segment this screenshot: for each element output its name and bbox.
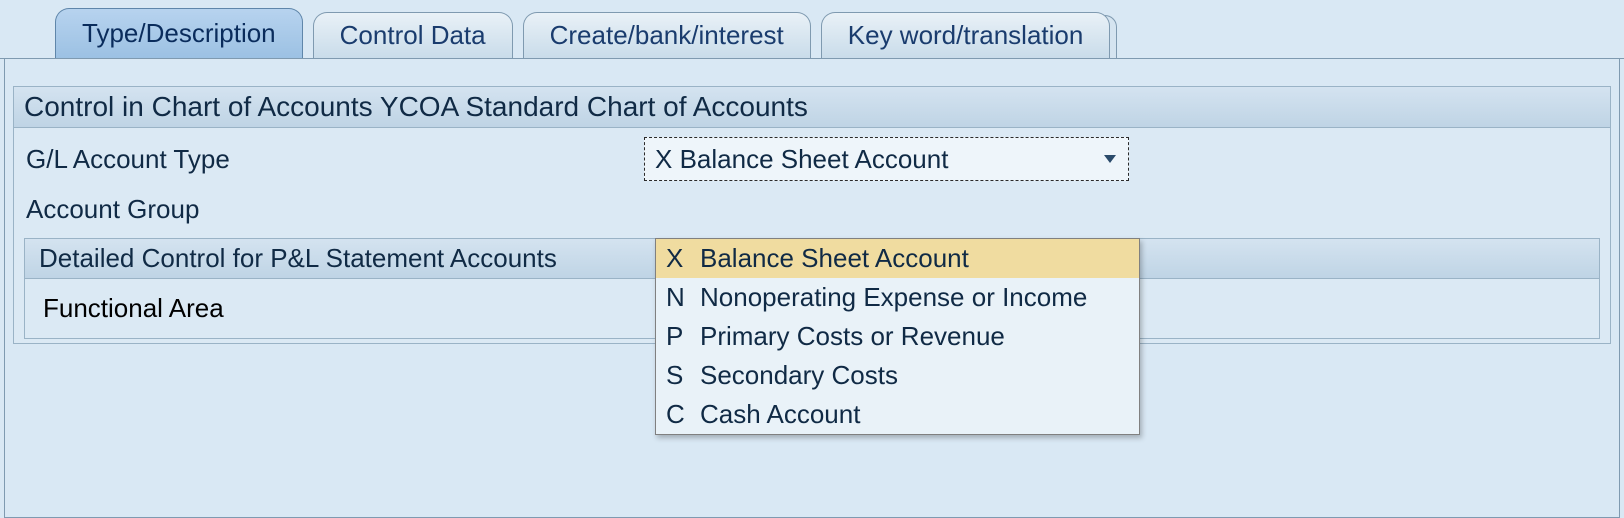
dropdown-item-key: C: [666, 399, 700, 430]
combo-gl-account-type[interactable]: X Balance Sheet Account: [644, 137, 1129, 181]
combo-value: X Balance Sheet Account: [655, 144, 948, 175]
dropdown-item-key: P: [666, 321, 700, 352]
dropdown-item[interactable]: P Primary Costs or Revenue: [656, 317, 1139, 356]
tab-label: Key word/translation: [848, 20, 1084, 51]
group-header: Control in Chart of Accounts YCOA Standa…: [14, 87, 1610, 128]
dropdown-item-key: S: [666, 360, 700, 391]
dropdown-item-text: Nonoperating Expense or Income: [700, 282, 1087, 313]
dropdown-gl-account-type[interactable]: X Balance Sheet Account N Nonoperating E…: [655, 238, 1140, 435]
tab-create-bank-interest[interactable]: Create/bank/interest: [523, 12, 811, 58]
row-account-group: Account Group: [24, 184, 1600, 234]
dropdown-item-key: N: [666, 282, 700, 313]
tab-strip: Type/Description Control Data Create/ban…: [0, 0, 1624, 58]
chevron-down-icon: [1104, 155, 1116, 163]
label-gl-account-type: G/L Account Type: [24, 144, 644, 175]
dropdown-item-text: Secondary Costs: [700, 360, 898, 391]
dropdown-item-text: Primary Costs or Revenue: [700, 321, 1005, 352]
dropdown-item-text: Balance Sheet Account: [700, 243, 969, 274]
dropdown-item-text: Cash Account: [700, 399, 860, 430]
label-functional-area: Functional Area: [43, 293, 224, 324]
tab-keyword-translation[interactable]: Key word/translation: [821, 12, 1111, 58]
dropdown-item[interactable]: S Secondary Costs: [656, 356, 1139, 395]
row-gl-account-type: G/L Account Type X Balance Sheet Account: [24, 134, 1600, 184]
dropdown-item-key: X: [666, 243, 700, 274]
tab-type-description[interactable]: Type/Description: [55, 8, 303, 58]
dropdown-item[interactable]: C Cash Account: [656, 395, 1139, 434]
dropdown-item[interactable]: N Nonoperating Expense or Income: [656, 278, 1139, 317]
tab-control-data[interactable]: Control Data: [313, 12, 513, 58]
tab-label: Type/Description: [82, 18, 276, 49]
tab-label: Control Data: [340, 20, 486, 51]
more-tabs-icon: [1105, 15, 1117, 59]
tab-label: Create/bank/interest: [550, 20, 784, 51]
label-account-group: Account Group: [24, 194, 644, 225]
dropdown-item[interactable]: X Balance Sheet Account: [656, 239, 1139, 278]
